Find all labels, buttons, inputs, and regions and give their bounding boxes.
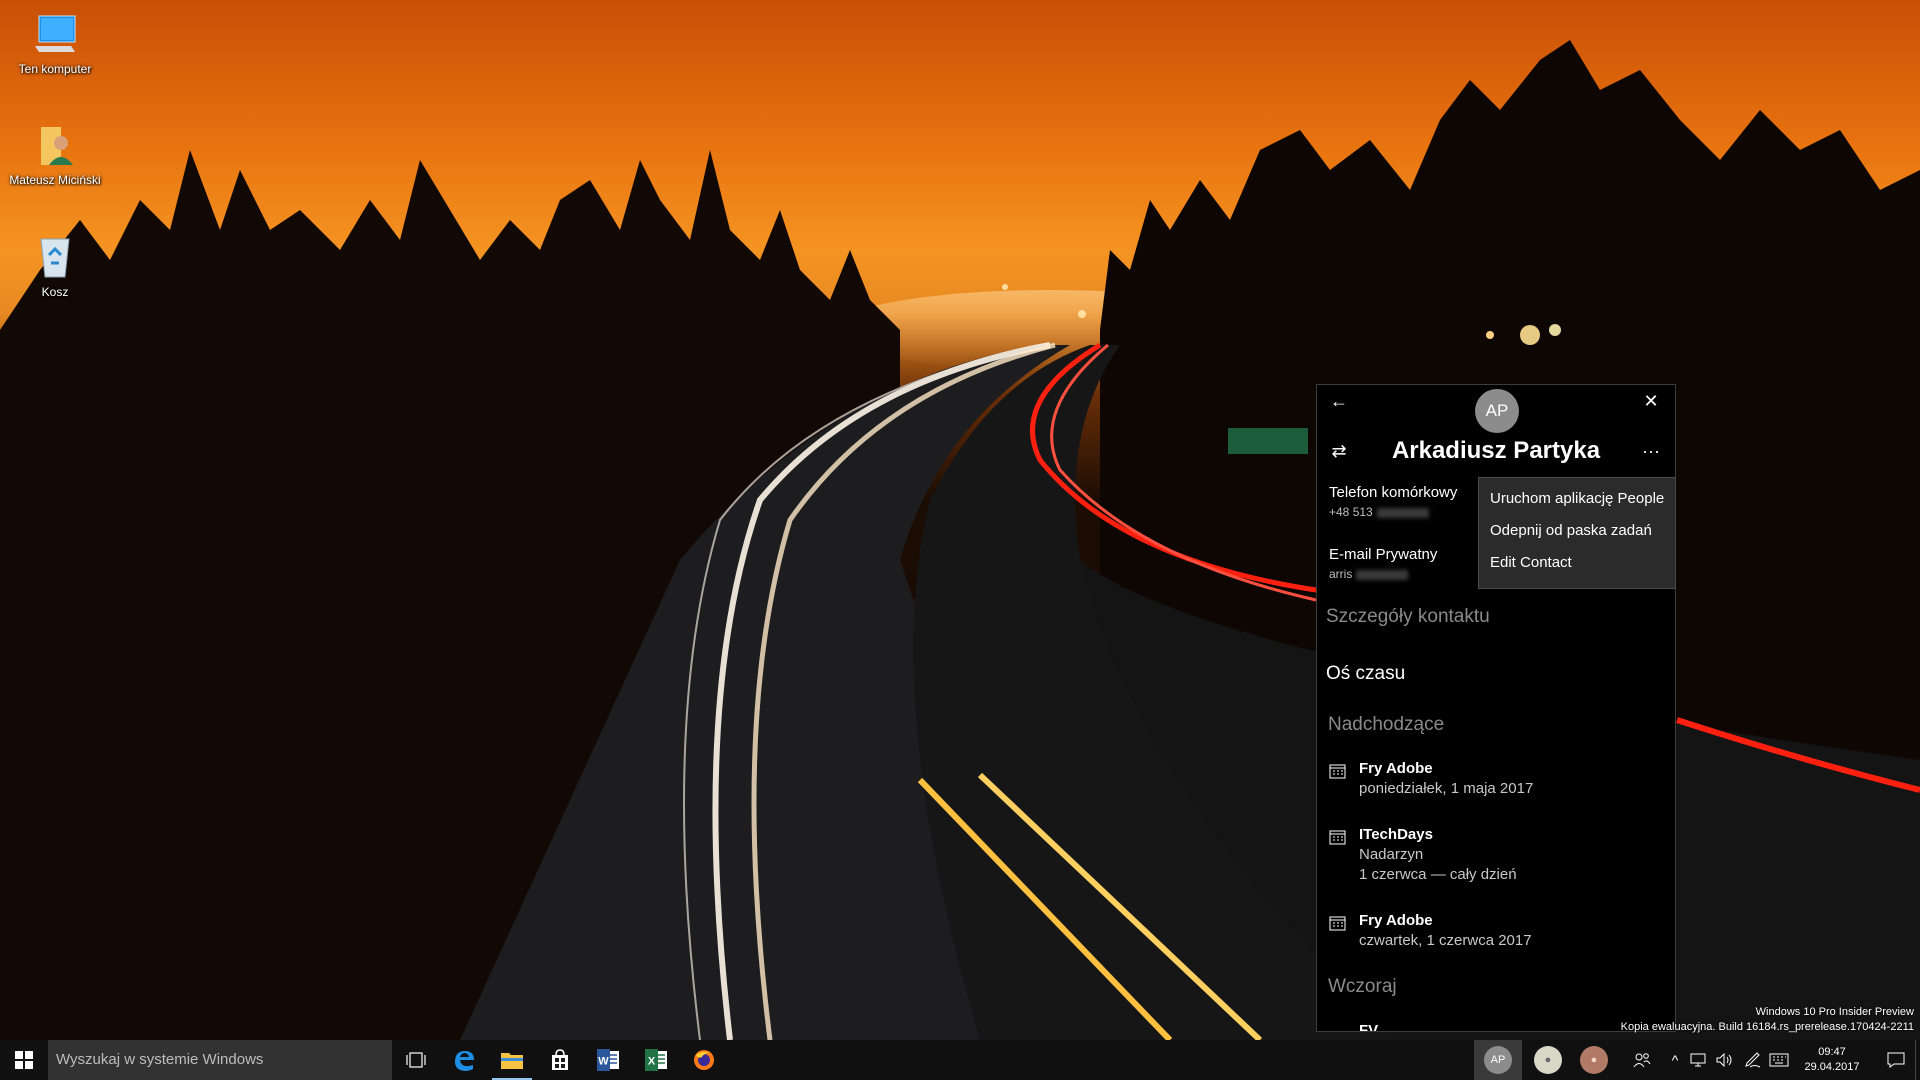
people-icon bbox=[1633, 1053, 1651, 1068]
back-arrow-icon: ← bbox=[1330, 390, 1348, 411]
file-explorer-icon bbox=[501, 1053, 523, 1069]
volume-button[interactable] bbox=[1714, 1040, 1736, 1080]
clock-date: 29.04.2017 bbox=[1804, 1061, 1860, 1073]
desktop-icon-user-folder[interactable]: Mateusz Miciński bbox=[7, 121, 103, 187]
event-detail: czwartek, 1 czerwca 2017 bbox=[1359, 932, 1532, 949]
pen-icon bbox=[1745, 1052, 1761, 1068]
watermark-build: Kopia ewaluacyjna. Build 16184.rs_prerel… bbox=[1620, 1021, 1914, 1033]
email-field[interactable]: E-mail Prywatny arris bbox=[1329, 545, 1437, 583]
word-icon: W bbox=[597, 1049, 619, 1071]
taskbar: Wyszukaj w systemie Windows W X AP ● ● ^… bbox=[0, 1040, 1920, 1080]
notification-icon bbox=[1887, 1052, 1905, 1068]
action-center-button[interactable] bbox=[1872, 1040, 1920, 1080]
more-options-button[interactable]: ··· bbox=[1637, 437, 1665, 465]
contact-details-link[interactable]: Szczegóły kontaktu bbox=[1326, 606, 1490, 628]
user-folder-icon bbox=[31, 121, 79, 169]
event-title: ITechDays bbox=[1359, 826, 1433, 843]
taskbar-people-area: AP ● ● bbox=[1474, 1040, 1622, 1080]
menu-item-edit-contact[interactable]: Edit Contact bbox=[1479, 552, 1675, 584]
network-button[interactable] bbox=[1688, 1040, 1710, 1080]
avatar-icon: ● bbox=[1544, 1054, 1552, 1066]
menu-item-open-people-app[interactable]: Uruchom aplikację People bbox=[1479, 488, 1675, 520]
clock-time: 09:47 bbox=[1818, 1046, 1846, 1058]
calendar-icon bbox=[1329, 916, 1346, 931]
email-value: arris bbox=[1329, 565, 1437, 583]
calendar-icon bbox=[1329, 764, 1346, 779]
close-icon: ✕ bbox=[1643, 390, 1659, 411]
ellipsis-icon: ··· bbox=[1642, 440, 1660, 461]
event-title: Fry Adobe bbox=[1359, 760, 1433, 777]
pinned-contact-photo[interactable]: ● bbox=[1580, 1046, 1608, 1074]
firefox-icon bbox=[694, 1050, 714, 1070]
task-view-button[interactable] bbox=[392, 1040, 440, 1080]
computer-icon bbox=[31, 10, 79, 58]
upcoming-title: Nadchodzące bbox=[1328, 714, 1445, 735]
taskbar-app-excel[interactable]: X bbox=[632, 1040, 680, 1080]
show-hidden-icons-button[interactable]: ^ bbox=[1664, 1040, 1686, 1080]
network-icon bbox=[1690, 1053, 1706, 1067]
phone-label: Telefon komórkowy bbox=[1329, 484, 1458, 501]
back-button[interactable]: ← bbox=[1325, 387, 1353, 415]
event-title: FV bbox=[1359, 1022, 1379, 1032]
contact-context-menu: Uruchom aplikację People Odepnij od pask… bbox=[1478, 477, 1676, 589]
event-detail: Nadarzyn bbox=[1359, 846, 1424, 863]
desktop-icon-this-pc[interactable]: Ten komputer bbox=[7, 10, 103, 76]
touch-keyboard-button[interactable] bbox=[1768, 1040, 1790, 1080]
event-detail: 1 czerwca — cały dzień bbox=[1359, 866, 1517, 883]
start-button[interactable] bbox=[0, 1040, 48, 1080]
taskbar-clock[interactable]: 09:47 29.04.2017 bbox=[1792, 1040, 1872, 1080]
timeline-event[interactable]: Fry Adobe czwartek, 1 czerwca 2017 bbox=[1329, 911, 1659, 951]
event-title: Fry Adobe bbox=[1359, 912, 1433, 929]
pinned-contact-avatar[interactable]: ● bbox=[1534, 1046, 1562, 1074]
taskbar-search-box[interactable]: Wyszukaj w systemie Windows bbox=[48, 1040, 392, 1080]
task-view-icon bbox=[406, 1052, 426, 1068]
phone-value: +48 513 bbox=[1329, 503, 1457, 521]
chevron-up-icon: ^ bbox=[1671, 1052, 1679, 1068]
timeline-event[interactable]: FV bbox=[1329, 1021, 1659, 1032]
avatar-icon: ● bbox=[1590, 1054, 1598, 1066]
svg-text:W: W bbox=[598, 1056, 609, 1068]
keyboard-icon bbox=[1769, 1053, 1789, 1067]
event-detail: poniedziałek, 1 maja 2017 bbox=[1359, 780, 1534, 797]
people-button[interactable] bbox=[1628, 1040, 1656, 1080]
taskbar-app-word[interactable]: W bbox=[584, 1040, 632, 1080]
calendar-icon bbox=[1329, 830, 1346, 845]
desktop-icon-label: Kosz bbox=[41, 285, 69, 299]
taskbar-app-file-explorer[interactable] bbox=[488, 1040, 536, 1080]
timeline-event[interactable]: Fry Adobe poniedziałek, 1 maja 2017 bbox=[1329, 759, 1659, 799]
phone-field[interactable]: Telefon komórkowy +48 513 bbox=[1329, 483, 1457, 521]
contact-name: Arkadiusz Partyka bbox=[1391, 437, 1601, 464]
excel-icon: X bbox=[645, 1049, 667, 1071]
timeline-title: Oś czasu bbox=[1326, 663, 1406, 684]
recycle-bin-icon bbox=[31, 233, 79, 281]
svg-text:X: X bbox=[648, 1056, 656, 1068]
taskbar-app-store[interactable] bbox=[536, 1040, 584, 1080]
menu-item-unpin-from-taskbar[interactable]: Odepnij od paska zadań bbox=[1479, 520, 1675, 552]
email-label: E-mail Prywatny bbox=[1329, 546, 1438, 563]
show-desktop-button[interactable] bbox=[1915, 1040, 1920, 1080]
contact-avatar: AP bbox=[1475, 389, 1519, 433]
desktop-icon-label: Mateusz Miciński bbox=[9, 173, 101, 187]
close-button[interactable]: ✕ bbox=[1637, 387, 1665, 415]
store-icon bbox=[552, 1049, 568, 1070]
yesterday-title: Wczoraj bbox=[1328, 976, 1397, 997]
taskbar-app-firefox[interactable] bbox=[680, 1040, 728, 1080]
watermark-edition: Windows 10 Pro Insider Preview bbox=[1755, 1006, 1914, 1018]
windows-ink-button[interactable] bbox=[1742, 1040, 1764, 1080]
edge-icon bbox=[455, 1051, 474, 1071]
volume-icon bbox=[1716, 1053, 1732, 1067]
desktop-icon-label: Ten komputer bbox=[18, 62, 92, 76]
build-watermark: Windows 10 Pro Insider Preview Kopia ewa… bbox=[1621, 1005, 1914, 1035]
taskbar-app-edge[interactable] bbox=[440, 1040, 488, 1080]
windows-logo-icon bbox=[15, 1051, 33, 1069]
timeline-event[interactable]: ITechDays Nadarzyn 1 czerwca — cały dzie… bbox=[1329, 825, 1659, 885]
desktop-icon-recycle-bin[interactable]: Kosz bbox=[7, 233, 103, 299]
pinned-contact-ap[interactable]: AP bbox=[1484, 1046, 1512, 1074]
